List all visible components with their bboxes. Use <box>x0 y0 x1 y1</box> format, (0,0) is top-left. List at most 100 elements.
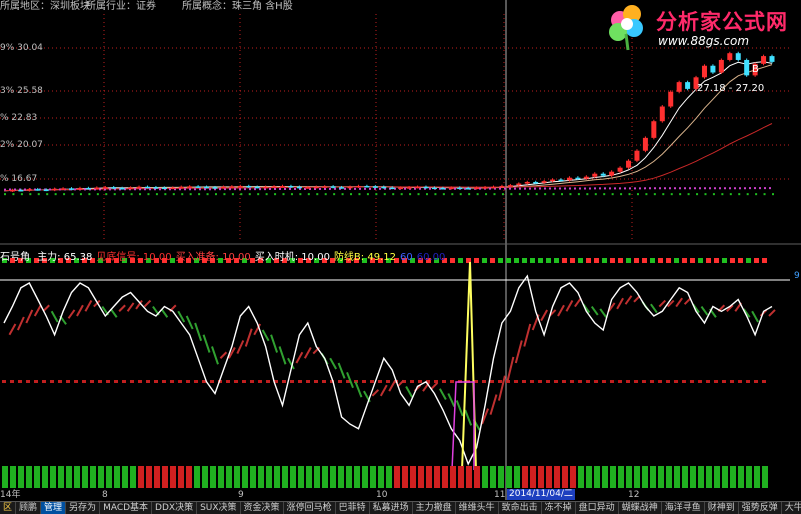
formula-tab[interactable]: DDX决策 <box>152 502 198 514</box>
defense-bar <box>379 384 388 397</box>
formula-tab[interactable]: 顾鹏 <box>16 502 42 514</box>
signal-dot-top <box>586 258 591 263</box>
bottom-signal-bar <box>66 466 72 488</box>
defense-bar <box>658 299 666 308</box>
formula-tab[interactable]: 私募进场 <box>370 502 413 514</box>
midline-dot <box>578 380 582 383</box>
signal-dot-top <box>602 258 607 263</box>
header-industry: 所属行业：证券 <box>86 1 156 12</box>
bottom-signal-bar <box>242 466 248 488</box>
bottom-signal-bar <box>322 466 328 488</box>
right-axis-tick: 9 <box>794 271 800 281</box>
bottom-signal-bar <box>410 466 416 488</box>
indicator-panel[interactable] <box>0 258 790 488</box>
bottom-signal-bar <box>498 466 504 488</box>
candle-body <box>718 59 724 73</box>
formula-tab[interactable]: 蝴蝶战神 <box>619 502 662 514</box>
green-dot <box>20 193 23 196</box>
midline-dot <box>98 380 102 383</box>
midline-dot <box>626 380 630 383</box>
formula-tab[interactable]: 另存为 <box>66 502 101 514</box>
defense-bar <box>185 315 194 330</box>
formula-tab[interactable]: 致命出击 <box>499 502 542 514</box>
formula-tab[interactable]: 冻不掉 <box>542 502 576 514</box>
bottom-signal-bar <box>354 466 360 488</box>
midline-dot <box>762 380 766 383</box>
formula-tab[interactable]: 涨停回马枪 <box>284 502 336 514</box>
signal-dot-top <box>594 258 599 263</box>
green-dot <box>738 193 741 196</box>
bottom-signal-bar <box>442 466 448 488</box>
formula-tab[interactable]: 管理 <box>41 502 67 514</box>
bottom-signal-bar <box>58 466 64 488</box>
midline-dot <box>418 380 422 383</box>
candle-body <box>313 186 319 189</box>
bottom-signal-bar <box>114 466 120 488</box>
green-dot <box>645 193 648 196</box>
defense-bar <box>202 334 211 353</box>
candle-body <box>457 187 463 190</box>
formula-tab[interactable]: 资金决策 <box>241 502 284 514</box>
bottom-signal-bar <box>738 466 744 488</box>
formula-tab[interactable]: 海洋寻鱼 <box>662 502 705 514</box>
midline-dot <box>194 380 198 383</box>
green-dot <box>653 193 656 196</box>
candle-body <box>229 186 235 188</box>
formula-tab[interactable]: 维维头牛 <box>456 502 499 514</box>
signal-dot-top <box>458 258 463 263</box>
bottom-signal-bar <box>490 466 496 488</box>
formula-tab[interactable]: 巴菲特 <box>336 502 370 514</box>
formula-tab[interactable]: 大牛 <box>782 502 801 514</box>
formula-tab[interactable]: 财神到 <box>705 502 739 514</box>
formula-tab[interactable]: 区 <box>0 502 17 514</box>
green-dot <box>603 193 606 196</box>
defense-bar <box>683 297 692 305</box>
midline-dot <box>746 380 750 383</box>
green-dot <box>577 193 580 196</box>
midline-dot <box>730 380 734 383</box>
formula-tab[interactable]: 主力撤盘 <box>413 502 456 514</box>
midline-dot <box>42 380 46 383</box>
defense-bar <box>76 304 84 317</box>
defense-bar <box>464 409 473 426</box>
bottom-signal-bar <box>610 466 616 488</box>
signal-dot-top <box>730 258 735 263</box>
green-dot <box>113 193 116 196</box>
candle-body <box>499 185 505 188</box>
defense-bar <box>303 347 312 359</box>
formula-tab[interactable]: 强势反弹 <box>739 502 782 514</box>
midline-dot <box>106 380 110 383</box>
midline-dot <box>674 380 678 383</box>
ma30-line <box>3 123 773 192</box>
formula-tab[interactable]: SUX决策 <box>197 502 241 514</box>
formula-tab[interactable]: MACD基本 <box>100 502 153 514</box>
midline-dot <box>482 380 486 383</box>
green-dot <box>485 193 488 196</box>
defense-bar <box>8 323 17 336</box>
candle-body <box>52 188 58 191</box>
candle-body <box>423 186 429 189</box>
formula-tab-bar[interactable]: 区 顾鹏 管理 另存为 MACD基本 DDX决策 SUX决策 资金决策 涨停回马枪 巴菲特 私募进… <box>0 501 801 514</box>
candle-body <box>482 187 488 189</box>
green-dot <box>257 193 260 196</box>
defense-bar <box>405 385 413 398</box>
bottom-signal-bar <box>42 466 48 488</box>
green-dot <box>409 193 412 196</box>
bottom-signal-bar <box>106 466 112 488</box>
candle-body <box>355 185 361 188</box>
bottom-signal-bar <box>586 466 592 488</box>
green-dot <box>772 193 774 196</box>
bottom-signal-bar <box>554 466 560 488</box>
bottom-signal-bar <box>474 466 480 488</box>
bottom-signal-bar <box>250 466 256 488</box>
green-dot <box>316 193 319 196</box>
signal-dot-top <box>722 258 727 263</box>
defense-bar <box>50 310 59 323</box>
bottom-signal-bar <box>154 466 160 488</box>
candle-body <box>9 189 15 192</box>
formula-tab[interactable]: 盘口异动 <box>576 502 619 514</box>
green-dot <box>206 193 209 196</box>
candle-body <box>566 177 572 181</box>
green-dot <box>451 193 454 196</box>
bottom-signal-bar <box>522 466 528 488</box>
